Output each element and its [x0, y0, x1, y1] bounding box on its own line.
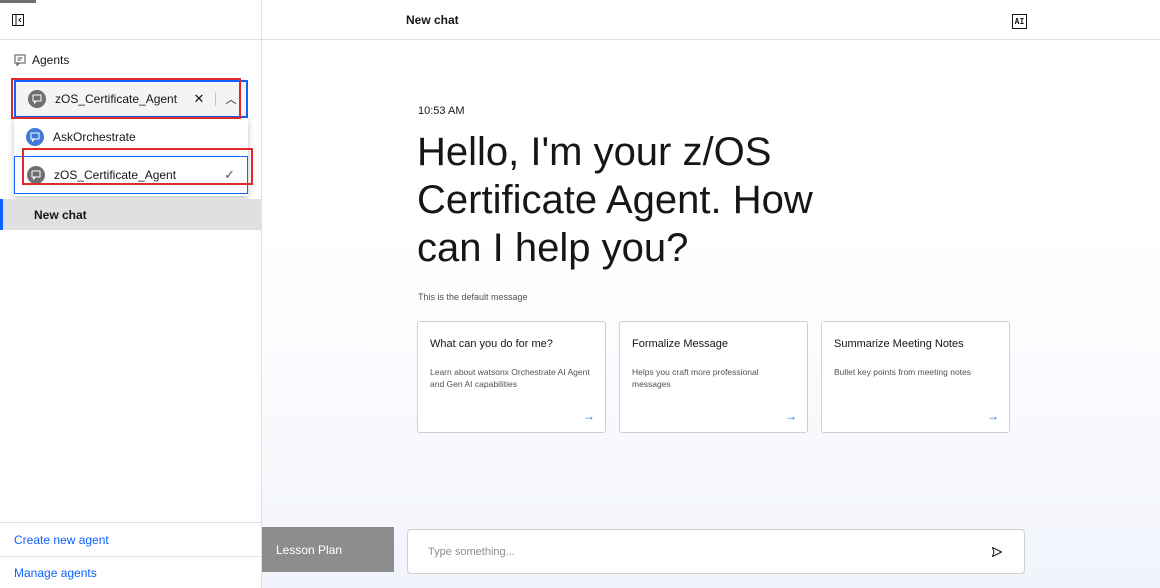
- agents-label: Agents: [32, 53, 70, 67]
- send-icon[interactable]: [990, 545, 1004, 559]
- collapse-panel-icon: [12, 14, 24, 26]
- agent-avatar-icon: [26, 128, 44, 146]
- card-title: Summarize Meeting Notes: [834, 338, 964, 350]
- collapse-sidebar-button[interactable]: [0, 0, 36, 40]
- agents-header: Agents: [14, 53, 69, 67]
- main-panel: New chat AI 10:53 AM Hello, I'm your z/O…: [262, 0, 1160, 588]
- menu-item-label: zOS_Certificate_Agent: [54, 168, 177, 182]
- agent-dropdown[interactable]: zOS_Certificate_Agent ✕ ︿: [14, 80, 248, 118]
- suggestion-card[interactable]: Formalize Message Helps you craft more p…: [619, 321, 808, 433]
- greeting-heading: Hello, I'm your z/OS Certificate Agent. …: [417, 130, 813, 270]
- clear-selection-icon[interactable]: ✕: [191, 91, 207, 107]
- arrow-right-icon: →: [987, 409, 999, 423]
- chat-input[interactable]: [428, 545, 990, 558]
- menu-item-label: AskOrchestrate: [53, 130, 136, 144]
- timestamp: 10:53 AM: [418, 105, 465, 117]
- chat-input-container: [407, 529, 1025, 574]
- card-description: Bullet key points from meeting notes: [834, 367, 972, 377]
- arrow-right-icon: →: [583, 409, 595, 423]
- agent-avatar-icon: [27, 166, 45, 184]
- menu-item-askorchestrate[interactable]: AskOrchestrate: [14, 118, 248, 156]
- agent-avatar-icon: [28, 90, 46, 108]
- ai-icon[interactable]: AI: [1012, 14, 1027, 29]
- default-message: This is the default message: [418, 292, 528, 302]
- chat-bot-icon: [14, 54, 26, 66]
- create-new-agent-link[interactable]: Create new agent: [0, 523, 261, 556]
- divider: [215, 92, 216, 106]
- manage-agents-link[interactable]: Manage agents: [0, 556, 261, 588]
- lesson-plan-button[interactable]: Lesson Plan: [262, 527, 394, 572]
- chevron-up-icon[interactable]: ︿: [224, 91, 238, 107]
- card-title: What can you do for me?: [430, 338, 553, 350]
- sidebar: Agents zOS_Certificate_Agent ✕ ︿ AskOrch…: [0, 0, 262, 588]
- agent-menu: AskOrchestrate zOS_Certificate_Agent ✓: [14, 118, 248, 196]
- suggestion-card[interactable]: What can you do for me? Learn about wats…: [417, 321, 606, 433]
- page-title: New chat: [406, 13, 459, 27]
- menu-item-zos-certificate-agent[interactable]: zOS_Certificate_Agent ✓: [14, 156, 248, 194]
- card-description: Helps you craft more professional messag…: [632, 367, 759, 389]
- card-description: Learn about watsonx Orchestrate AI Agent…: [430, 367, 590, 389]
- topbar-indicator: [0, 0, 36, 3]
- sidebar-item-new-chat[interactable]: New chat: [0, 199, 261, 230]
- selected-agent-name: zOS_Certificate_Agent: [55, 92, 178, 106]
- arrow-right-icon: →: [785, 409, 797, 423]
- card-title: Formalize Message: [632, 338, 728, 350]
- sidebar-topbar: [0, 0, 261, 40]
- suggestion-card[interactable]: Summarize Meeting Notes Bullet key point…: [821, 321, 1010, 433]
- main-header: New chat AI: [262, 0, 1160, 40]
- sidebar-footer: Create new agent Manage agents: [0, 522, 261, 588]
- checkmark-icon: ✓: [224, 167, 235, 182]
